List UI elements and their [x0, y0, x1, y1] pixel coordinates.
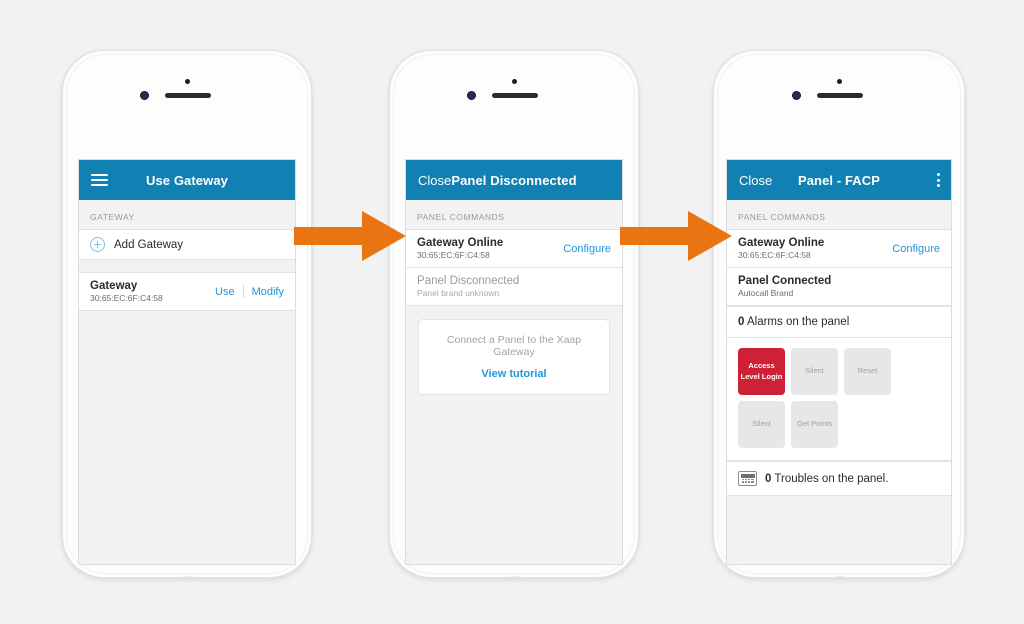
panel-commands-panel: Access Level Login Silent Reset Silent G…	[727, 338, 951, 461]
troubles-count: 0	[765, 472, 772, 485]
command-button-silent-1[interactable]: Silent	[791, 348, 838, 395]
add-gateway-row[interactable]: Add Gateway	[79, 229, 295, 260]
overflow-menu-button[interactable]	[937, 160, 941, 200]
earpiece-speaker	[817, 93, 863, 98]
gateway-status-actions-2: Configure	[563, 243, 611, 255]
circle-plus-icon[interactable]	[90, 237, 105, 252]
home-button-1[interactable]	[166, 576, 208, 577]
command-button-reset[interactable]: Reset	[844, 348, 891, 395]
action-divider	[242, 285, 244, 298]
close-label-3[interactable]: Close	[739, 173, 772, 188]
front-camera-icon	[792, 91, 801, 100]
panel-status-row-2[interactable]: Panel Disconnected Panel brand unknown	[406, 268, 622, 306]
gateway-list-item[interactable]: Gateway 30:65:EC:6F:C4:58 Use Modify	[79, 272, 295, 311]
gateway-status-row-3[interactable]: Gateway Online 30:65:EC:6F:C4:58 Configu…	[727, 229, 951, 268]
phone-top-bezel	[714, 51, 964, 113]
close-label-2[interactable]: Close	[418, 173, 451, 188]
add-gateway-left: Add Gateway	[90, 237, 183, 252]
gateway-status-mac-3: 30:65:EC:6F:C4:58	[738, 250, 811, 260]
alarms-text: Alarms on the panel	[746, 316, 850, 328]
empty-space-3	[727, 496, 951, 564]
keypad-display	[740, 473, 755, 478]
troubles-text-wrap: 0 Troubles on the panel.	[765, 473, 888, 485]
section-header-panel-commands-3: PANEL COMMANDS	[727, 200, 951, 229]
front-camera-icon	[140, 91, 149, 100]
use-gateway-link[interactable]: Use	[215, 286, 235, 298]
phone-top-bezel	[63, 51, 311, 113]
configure-link-2[interactable]: Configure	[563, 243, 611, 255]
kebab-menu-icon[interactable]	[937, 171, 941, 190]
page-title-1: Use Gateway	[145, 172, 229, 188]
hamburger-icon[interactable]	[91, 171, 108, 189]
screenshot-canvas: Use Gateway GATEWAY Add Gateway Gateway …	[0, 0, 1024, 624]
app-bar-3: Close Panel - FACP	[727, 160, 951, 200]
app-bar-1: Use Gateway	[79, 160, 295, 200]
home-button-3[interactable]	[818, 576, 860, 577]
app-bar-2: Close Panel Disconnected	[406, 160, 622, 200]
menu-button[interactable]	[91, 171, 108, 189]
command-button-access-level-login[interactable]: Access Level Login	[738, 348, 785, 395]
command-button-grid: Access Level Login Silent Reset Silent G…	[738, 348, 940, 448]
empty-space-2	[406, 408, 622, 564]
gateway-item-mac: 30:65:EC:6F:C4:58	[90, 293, 163, 303]
panel-status-title-2: Panel Disconnected	[417, 275, 520, 287]
add-gateway-label: Add Gateway	[114, 238, 184, 251]
phone-mockup-1: Use Gateway GATEWAY Add Gateway Gateway …	[62, 50, 312, 578]
alarms-row: 0 Alarms on the panel	[727, 306, 951, 338]
troubles-row: 0 Troubles on the panel.	[727, 461, 951, 496]
proximity-sensor-icon	[837, 79, 842, 84]
close-button-2[interactable]: Close	[418, 173, 451, 188]
keypad-icon	[738, 471, 757, 486]
view-tutorial-link[interactable]: View tutorial	[429, 368, 599, 380]
gateway-item-text: Gateway 30:65:EC:6F:C4:58	[90, 280, 163, 303]
gateway-status-text-3: Gateway Online 30:65:EC:6F:C4:58	[738, 237, 824, 260]
phone-screen-2: Close Panel Disconnected PANEL COMMANDS …	[405, 159, 623, 565]
phone-top-bezel	[390, 51, 638, 113]
app-content-2: PANEL COMMANDS Gateway Online 30:65:EC:6…	[406, 200, 622, 564]
panel-status-brand-2: Panel brand unknown	[417, 288, 500, 298]
empty-space-1	[79, 311, 295, 564]
panel-status-text-2: Panel Disconnected Panel brand unknown	[417, 275, 519, 298]
proximity-sensor-icon	[512, 79, 517, 84]
gateway-status-row-2[interactable]: Gateway Online 30:65:EC:6F:C4:58 Configu…	[406, 229, 622, 268]
panel-status-text-3: Panel Connected Autocall Brand	[738, 275, 831, 298]
keypad-keys	[741, 479, 754, 484]
tutorial-card-text: Connect a Panel to the Xaap Gateway	[446, 334, 582, 358]
flow-arrow-1	[294, 211, 406, 261]
gateway-status-text-2: Gateway Online 30:65:EC:6F:C4:58	[417, 237, 503, 260]
phone-mockup-3: Close Panel - FACP PANEL COMMANDS Gatewa…	[713, 50, 965, 578]
proximity-sensor-icon	[185, 79, 190, 84]
gateway-status-title-3: Gateway Online	[738, 237, 825, 249]
home-button-2[interactable]	[493, 576, 535, 577]
panel-status-brand-3: Autocall Brand	[738, 288, 794, 298]
earpiece-speaker	[492, 93, 538, 98]
modify-gateway-link[interactable]: Modify	[252, 286, 284, 298]
earpiece-speaker	[165, 93, 211, 98]
gateway-item-actions: Use Modify	[215, 285, 284, 298]
section-header-gateway: GATEWAY	[79, 200, 295, 229]
section-header-panel-commands-2: PANEL COMMANDS	[406, 200, 622, 229]
gateway-status-title-2: Gateway Online	[417, 237, 504, 249]
front-camera-icon	[467, 91, 476, 100]
gateway-status-mac-2: 30:65:EC:6F:C4:58	[417, 250, 490, 260]
phone-screen-3: Close Panel - FACP PANEL COMMANDS Gatewa…	[726, 159, 952, 565]
gateway-item-title: Gateway	[90, 280, 138, 292]
command-button-silent-2[interactable]: Silent	[738, 401, 785, 448]
flow-arrow-2	[620, 211, 732, 261]
tutorial-card-wrap: Connect a Panel to the Xaap Gateway View…	[406, 306, 622, 408]
configure-link-3[interactable]: Configure	[892, 243, 940, 255]
troubles-text: Troubles on the panel.	[774, 472, 889, 485]
phone-mockup-2: Close Panel Disconnected PANEL COMMANDS …	[389, 50, 639, 578]
panel-status-row-3[interactable]: Panel Connected Autocall Brand	[727, 268, 951, 306]
command-button-get-points[interactable]: Get Points	[791, 401, 838, 448]
panel-status-title-3: Panel Connected	[738, 275, 832, 287]
app-content-3: PANEL COMMANDS Gateway Online 30:65:EC:6…	[727, 200, 951, 564]
gateway-status-actions-3: Configure	[892, 243, 940, 255]
close-button-3[interactable]: Close	[739, 173, 772, 188]
app-content-1: GATEWAY Add Gateway Gateway 30:65:EC:6F:…	[79, 200, 295, 564]
tutorial-card: Connect a Panel to the Xaap Gateway View…	[418, 319, 610, 395]
alarms-count: 0	[738, 316, 745, 328]
list-gap	[79, 260, 295, 272]
phone-screen-1: Use Gateway GATEWAY Add Gateway Gateway …	[78, 159, 296, 565]
